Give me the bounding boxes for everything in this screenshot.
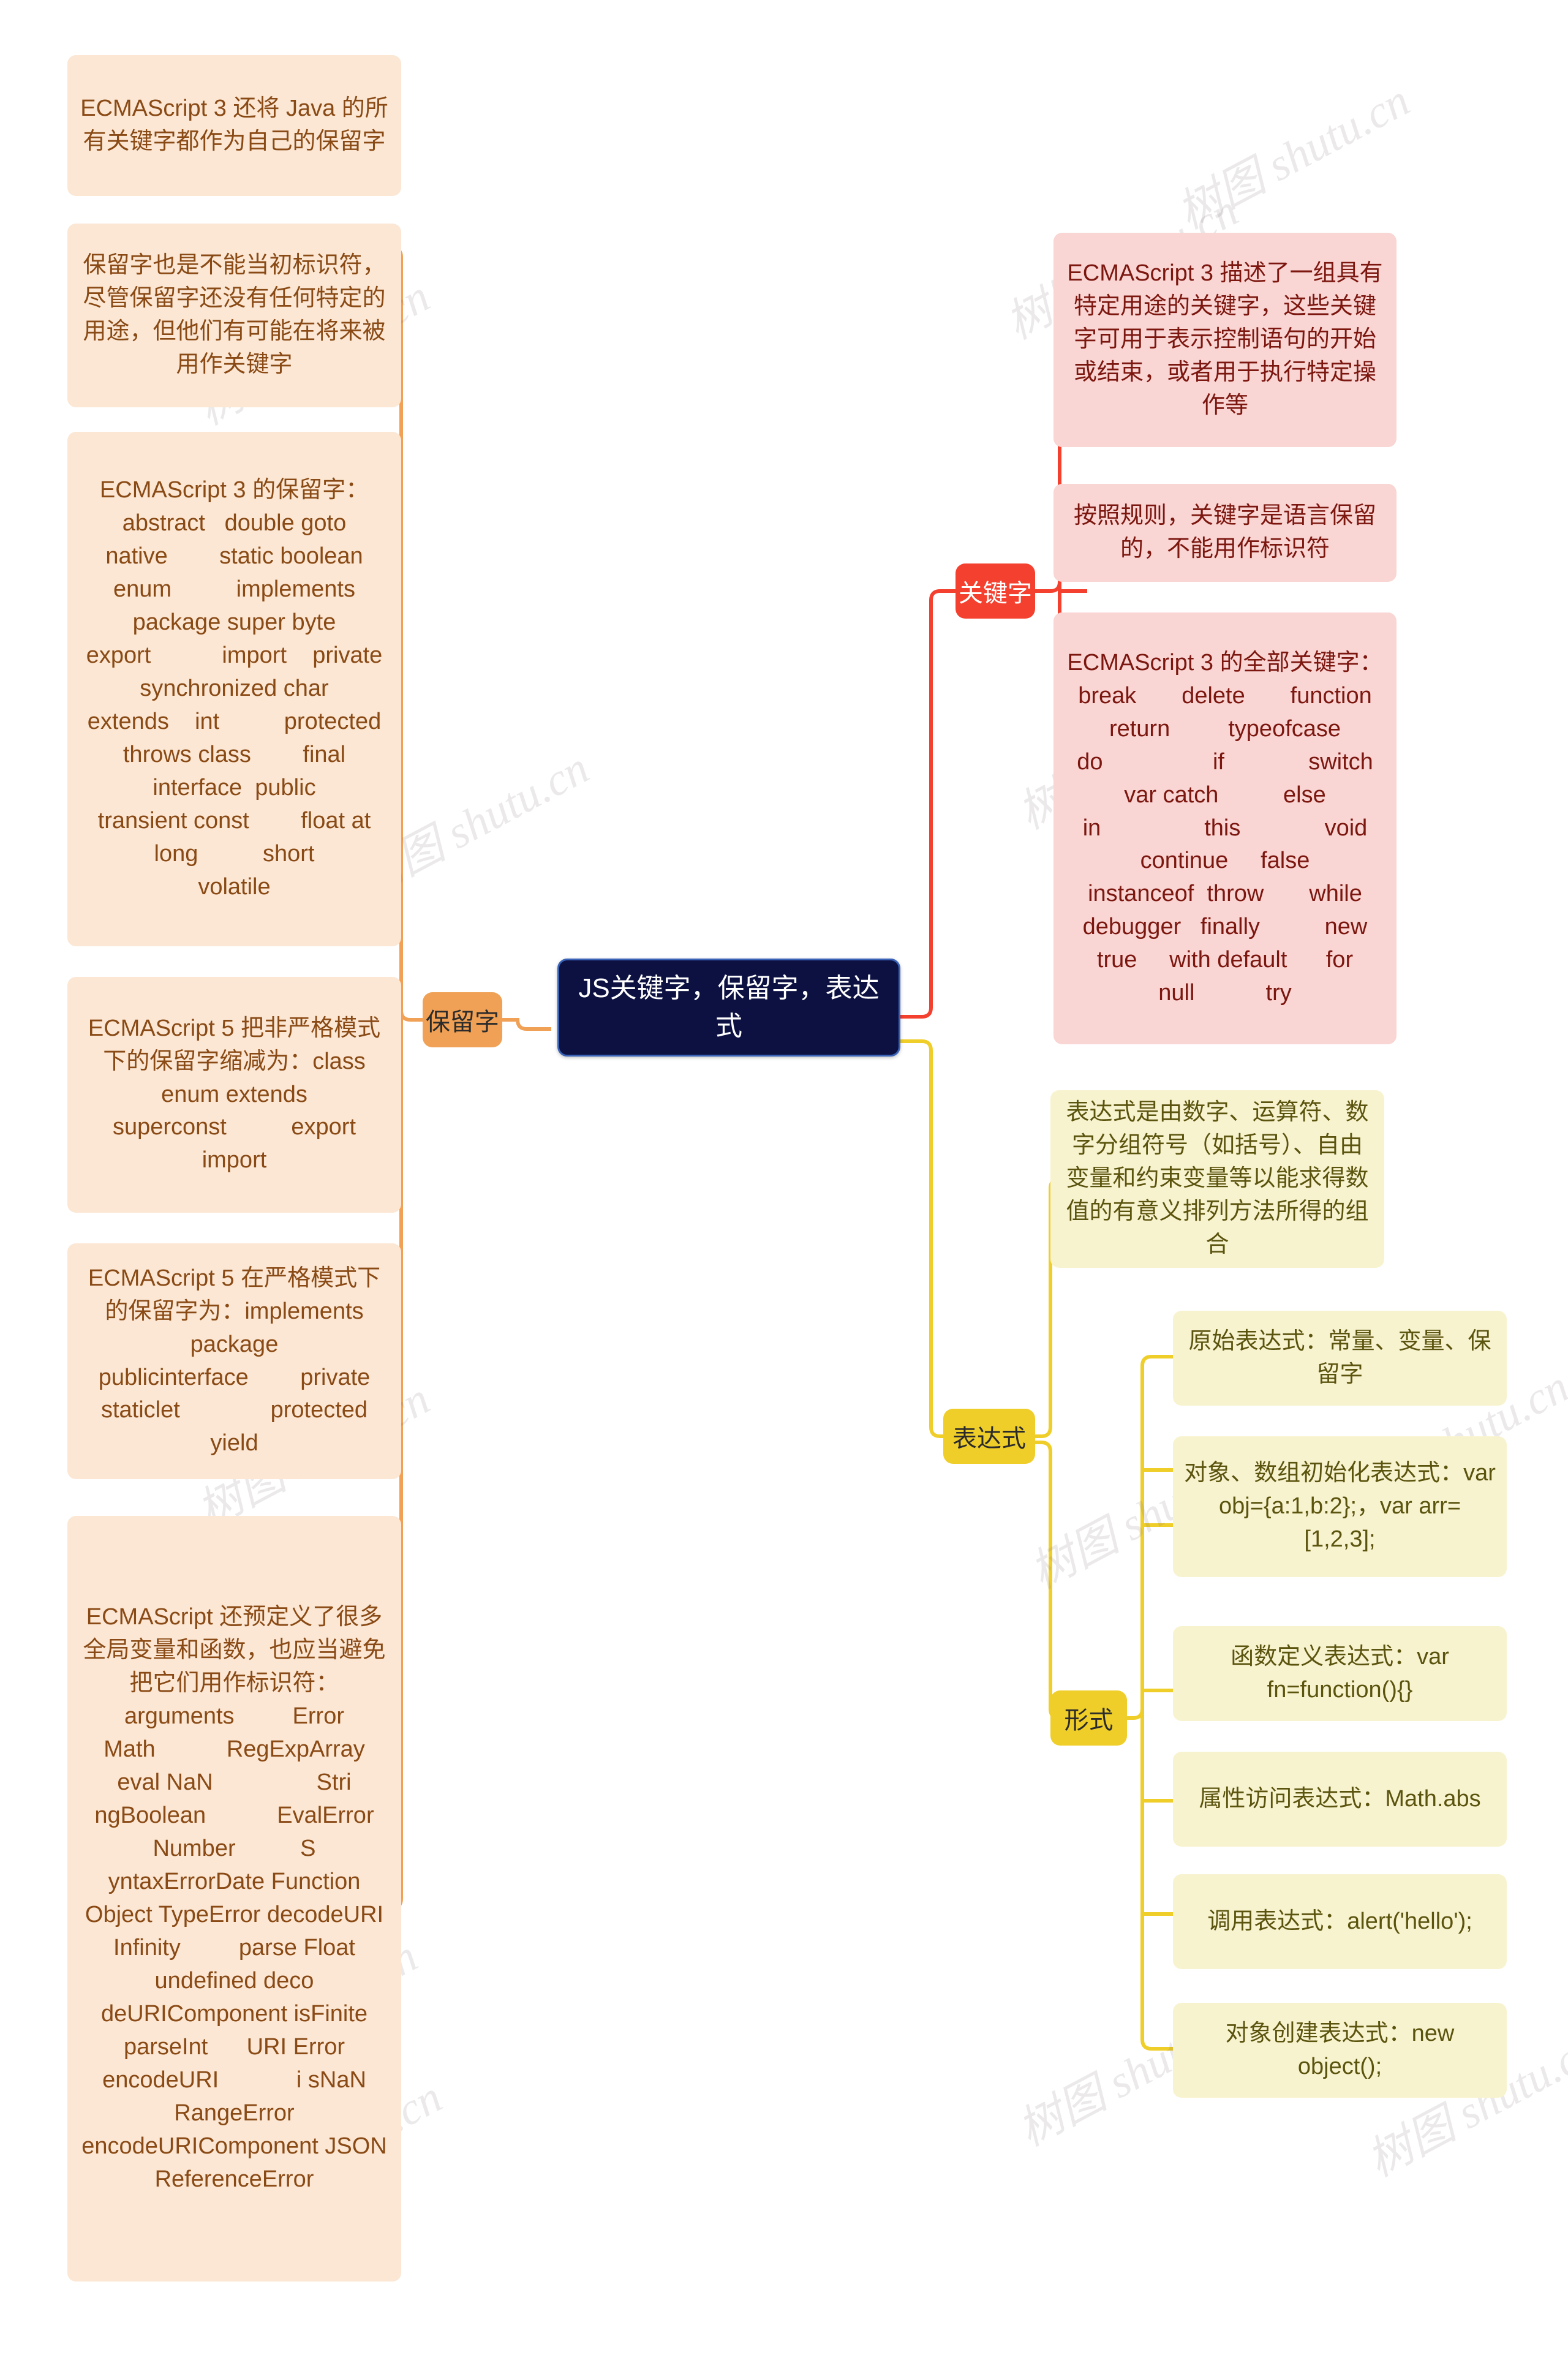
form-card-property-access-expression[interactable]: 属性访问表达式：Math.abs xyxy=(1173,1752,1507,1847)
branch-chip-reserved[interactable]: 保留字 xyxy=(423,992,502,1047)
branch-chip-expression[interactable]: 表达式 xyxy=(943,1409,1035,1464)
form-card-invocation-expression[interactable]: 调用表达式：alert('hello'); xyxy=(1173,1874,1507,1969)
watermark-text: 树图 shutu.cn xyxy=(1169,75,1418,239)
reserved-card-globals[interactable]: ECMAScript 还预定义了很多全局变量和函数，也应当避免把它们用作标识符：… xyxy=(67,1516,401,2282)
form-card-primary-expression[interactable]: 原始表达式：常量、变量、保留字 xyxy=(1173,1311,1507,1406)
mindmap-canvas: 树图 shutu.cn树图 shutu.cn树图 shutu.cn树图 shut… xyxy=(0,0,1568,2355)
keyword-card-list[interactable]: ECMAScript 3 的全部关键字：break delete functio… xyxy=(1054,612,1396,1044)
form-card-object-creation-expression[interactable]: 对象创建表达式：new object(); xyxy=(1173,2003,1507,2098)
keyword-card-description[interactable]: ECMAScript 3 描述了一组具有特定用途的关键字，这些关键字可用于表示控… xyxy=(1054,233,1396,447)
reserved-card-definition[interactable]: 保留字也是不能当初标识符，尽管保留字还没有任何特定的用途，但他们有可能在将来被用… xyxy=(67,224,401,407)
form-card-function-expression[interactable]: 函数定义表达式：var fn=function(){} xyxy=(1173,1626,1507,1721)
branch-chip-form[interactable]: 形式 xyxy=(1050,1690,1127,1746)
reserved-card-es5-nonstrict[interactable]: ECMAScript 5 把非严格模式下的保留字缩减为：class enum e… xyxy=(67,977,401,1213)
form-card-initializer-expression[interactable]: 对象、数组初始化表达式：var obj={a:1,b:2};，var arr=[… xyxy=(1173,1436,1507,1577)
root-node[interactable]: JS关键字，保留字，表达式 xyxy=(557,959,900,1057)
keyword-card-rule[interactable]: 按照规则，关键字是语言保留的，不能用作标识符 xyxy=(1054,484,1396,582)
reserved-card-es5-strict[interactable]: ECMAScript 5 在严格模式下的保留字为：implements pack… xyxy=(67,1243,401,1479)
expression-card-definition[interactable]: 表达式是由数字、运算符、数字分组符号（如括号）、自由变量和约束变量等以能求得数值… xyxy=(1050,1090,1384,1268)
reserved-card-es3-list[interactable]: ECMAScript 3 的保留字：abstract double goto n… xyxy=(67,432,401,946)
branch-chip-keyword[interactable]: 关键字 xyxy=(956,563,1035,619)
reserved-card-java-keywords[interactable]: ECMAScript 3 还将 Java 的所有关键字都作为自己的保留字 xyxy=(67,55,401,196)
